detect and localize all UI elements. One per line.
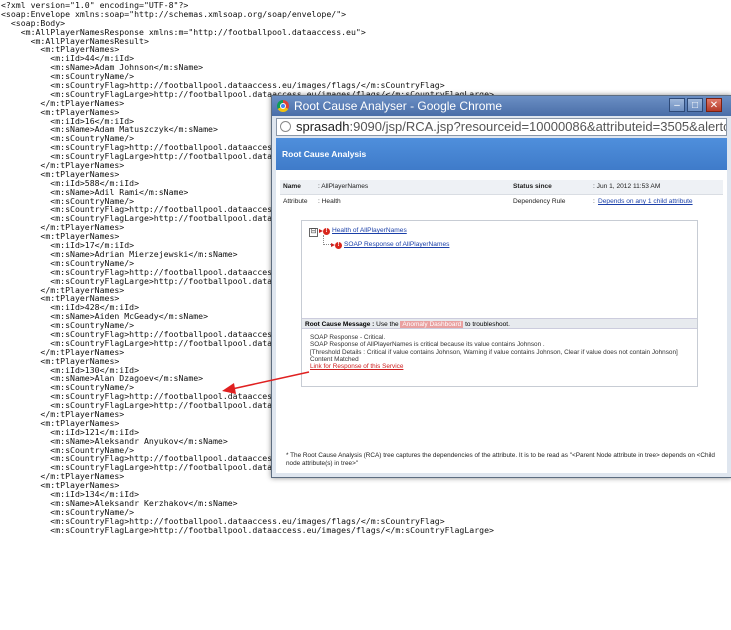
page-content: Root Cause Analysis Name : AllPlayerName… [276,138,727,473]
close-button[interactable]: ✕ [706,98,722,112]
info-row-name: Name : AllPlayerNames Status since : Jun… [280,180,723,195]
name-value: : AllPlayerNames [318,183,369,190]
message-line: Content Matched [310,355,359,363]
dependency-rule-separator: : [593,198,595,205]
response-link[interactable]: Link for Response of this Service [310,363,403,370]
critical-status-icon: ! [323,228,330,235]
root-cause-message-bar: Root Cause Message : Use the Anomaly Das… [302,318,697,329]
tree-node-child-link[interactable]: SOAP Response of AllPlayerNames [344,241,449,248]
dependency-rule-link[interactable]: Depends on any 1 child attribute [598,195,693,209]
xml-line: <m:sCountryFlagLarge>http://footballpool… [1,524,494,535]
minimize-button[interactable]: – [669,98,685,112]
page-info-icon[interactable] [280,121,291,132]
collapse-toggle-icon[interactable]: ⊟ [309,228,318,237]
message-line: SOAP Response of AllPlayerNames is criti… [310,341,545,349]
page-title: Root Cause Analysis [282,149,367,159]
root-cause-message-body: SOAP Response - Critical. SOAP Response … [310,334,690,370]
root-cause-message-label: Root Cause Message : [305,321,375,328]
tree-connector [323,235,331,245]
name-label: Name [283,183,301,190]
chrome-popup-window[interactable]: Root Cause Analyser - Google Chrome – □ … [271,95,731,478]
maximize-button[interactable]: □ [687,98,703,112]
xml-line: <soap:Envelope xmlns:soap="http://schema… [1,8,347,19]
threshold-details: [Threshold Details : Critical if value c… [310,348,678,356]
status-since-value: : Jun 1, 2012 11:53 AM [593,183,661,190]
tree-node-root-link[interactable]: Health of AllPlayerNames [332,227,407,234]
attribute-value: : Health [318,198,341,205]
url-text[interactable]: sprasadh:9090/jsp/RCA.jsp?resourceid=100… [296,119,727,135]
status-since-label: Status since [513,183,552,190]
anomaly-dashboard-link[interactable]: Anomaly Dashboard [400,321,464,328]
url-path: :9090/jsp/RCA.jsp?resourceid=10000086&at… [349,119,727,134]
window-title: Root Cause Analyser - Google Chrome [294,99,503,113]
url-host: sprasadh [296,119,350,134]
info-row-attribute: Attribute : Health Dependency Rule : Dep… [280,195,723,209]
rca-tree-panel: ⊟ ! Health of AllPlayerNames ! SOAP Resp… [301,220,698,387]
message-text-use: Use the [374,321,401,328]
critical-status-icon: ! [335,242,342,249]
attribute-label: Attribute [283,198,308,205]
rca-tree: ⊟ ! Health of AllPlayerNames ! SOAP Resp… [302,221,697,315]
window-title-bar[interactable]: Root Cause Analyser - Google Chrome – □ … [272,96,731,116]
info-table: Name : AllPlayerNames Status since : Jun… [280,180,723,209]
chrome-logo-icon [277,100,289,112]
message-line: SOAP Response - Critical. [310,334,386,341]
dependency-rule-label: Dependency Rule [513,198,566,205]
rca-footnote: * The Root Cause Analysis (RCA) tree cap… [286,452,715,467]
rca-header: Root Cause Analysis [276,138,727,170]
message-text-troubleshoot: to troubleshoot. [463,321,510,328]
address-bar[interactable]: sprasadh:9090/jsp/RCA.jsp?resourceid=100… [276,118,727,136]
